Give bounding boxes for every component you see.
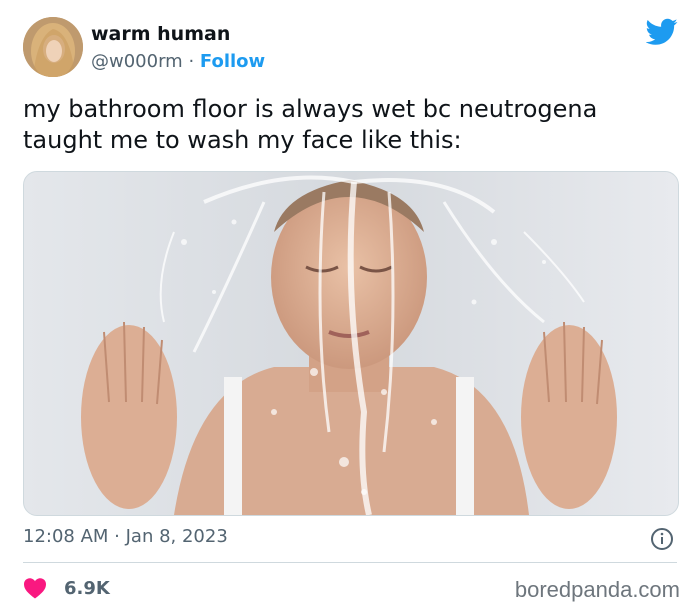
info-icon[interactable] bbox=[650, 527, 674, 551]
author-name[interactable]: warm human bbox=[91, 23, 230, 45]
separator-dot: · bbox=[188, 51, 195, 72]
handle-row: @w000rm · Follow bbox=[91, 51, 265, 72]
divider bbox=[23, 562, 677, 563]
tweet-media-image[interactable] bbox=[23, 171, 679, 516]
twitter-bird-icon[interactable] bbox=[646, 18, 678, 46]
tweet-timestamp[interactable]: 12:08 AM · Jan 8, 2023 bbox=[23, 526, 228, 547]
watermark: boredpanda.com bbox=[514, 577, 680, 602]
author-handle[interactable]: @w000rm bbox=[91, 51, 183, 72]
follow-button[interactable]: Follow bbox=[200, 51, 265, 72]
tweet-text: my bathroom floor is always wet bc neutr… bbox=[23, 95, 598, 154]
like-group[interactable]: 6.9K bbox=[23, 577, 110, 599]
like-count: 6.9K bbox=[64, 577, 110, 599]
heart-icon[interactable] bbox=[23, 577, 47, 599]
avatar[interactable] bbox=[23, 17, 83, 77]
